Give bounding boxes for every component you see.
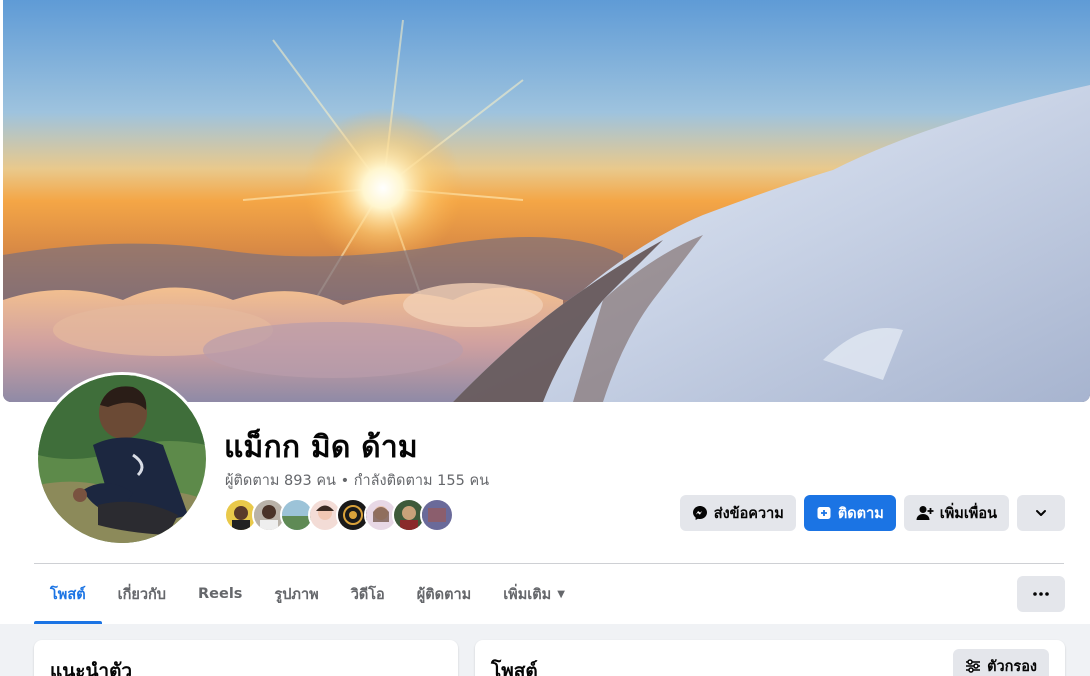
tab-label: เพิ่มเติม: [503, 586, 552, 603]
follow-icon: [817, 507, 831, 519]
more-options-dropdown-button[interactable]: [1017, 495, 1065, 531]
tab-label: ผู้ติดตาม: [416, 586, 472, 603]
caret-down-icon: ▼: [557, 588, 565, 600]
tab-about[interactable]: เกี่ยวกับ: [102, 564, 182, 624]
posts-card: โพสต์ ตัวกรอง: [475, 640, 1065, 676]
cover-photo[interactable]: [3, 0, 1090, 402]
message-button-label: ส่งข้อความ: [713, 505, 784, 522]
profile-name: แม็กก มิด ด้าม: [224, 430, 418, 465]
profile-actions: ส่งข้อความ ติดตาม เพิ่มเพื่อน: [679, 495, 1065, 531]
mutual-friends-avatars: [224, 498, 454, 532]
intro-title: แนะนำตัว: [50, 660, 133, 676]
tab-posts[interactable]: โพสต์: [34, 564, 102, 624]
filter-button[interactable]: ตัวกรอง: [953, 649, 1049, 676]
follow-stats: ผู้ติดตาม 893 คน • กำลังติดตาม 155 คน: [225, 469, 489, 492]
following-count-link[interactable]: กำลังติดตาม 155 คน: [354, 473, 489, 489]
tab-reels[interactable]: Reels: [182, 564, 258, 624]
tab-label: รูปภาพ: [274, 586, 319, 603]
message-button[interactable]: ส่งข้อความ: [679, 495, 796, 531]
profile-header: แม็กก มิด ด้าม ผู้ติดตาม 893 คน • กำลังต…: [0, 0, 1090, 624]
tab-label: Reels: [197, 586, 243, 602]
tab-label: โพสต์: [50, 586, 86, 603]
tab-label: เกี่ยวกับ: [117, 586, 166, 603]
messenger-icon: [692, 506, 707, 520]
add-friend-button[interactable]: เพิ่มเพื่อน: [903, 495, 1009, 531]
stats-separator: •: [340, 473, 350, 489]
tab-followers[interactable]: ผู้ติดตาม: [401, 564, 487, 624]
profile-avatar[interactable]: [35, 372, 209, 546]
tab-photos[interactable]: รูปภาพ: [258, 564, 334, 624]
tabs-more-options-button[interactable]: [1017, 576, 1065, 612]
profile-tabs: โพสต์ เกี่ยวกับ Reels รูปภาพ วิดีโอ ผู้ต…: [34, 564, 581, 624]
tab-videos[interactable]: วิดีโอ: [335, 564, 401, 624]
add-friend-button-label: เพิ่มเพื่อน: [939, 505, 997, 522]
ellipsis-icon: [1033, 592, 1049, 596]
followers-count-link[interactable]: ผู้ติดตาม 893 คน: [225, 473, 336, 489]
follow-button[interactable]: ติดตาม: [803, 495, 896, 531]
friend-avatar[interactable]: [420, 498, 454, 532]
tab-more[interactable]: เพิ่มเติม ▼: [487, 564, 581, 624]
filter-icon: [966, 659, 981, 673]
tab-label: วิดีโอ: [350, 586, 385, 603]
chevron-down-icon: [1036, 510, 1046, 516]
intro-card: แนะนำตัว: [34, 640, 458, 676]
posts-title: โพสต์: [491, 660, 538, 676]
follow-button-label: ติดตาม: [837, 505, 884, 522]
filter-button-label: ตัวกรอง: [987, 658, 1037, 675]
add-friend-icon: [916, 506, 934, 520]
